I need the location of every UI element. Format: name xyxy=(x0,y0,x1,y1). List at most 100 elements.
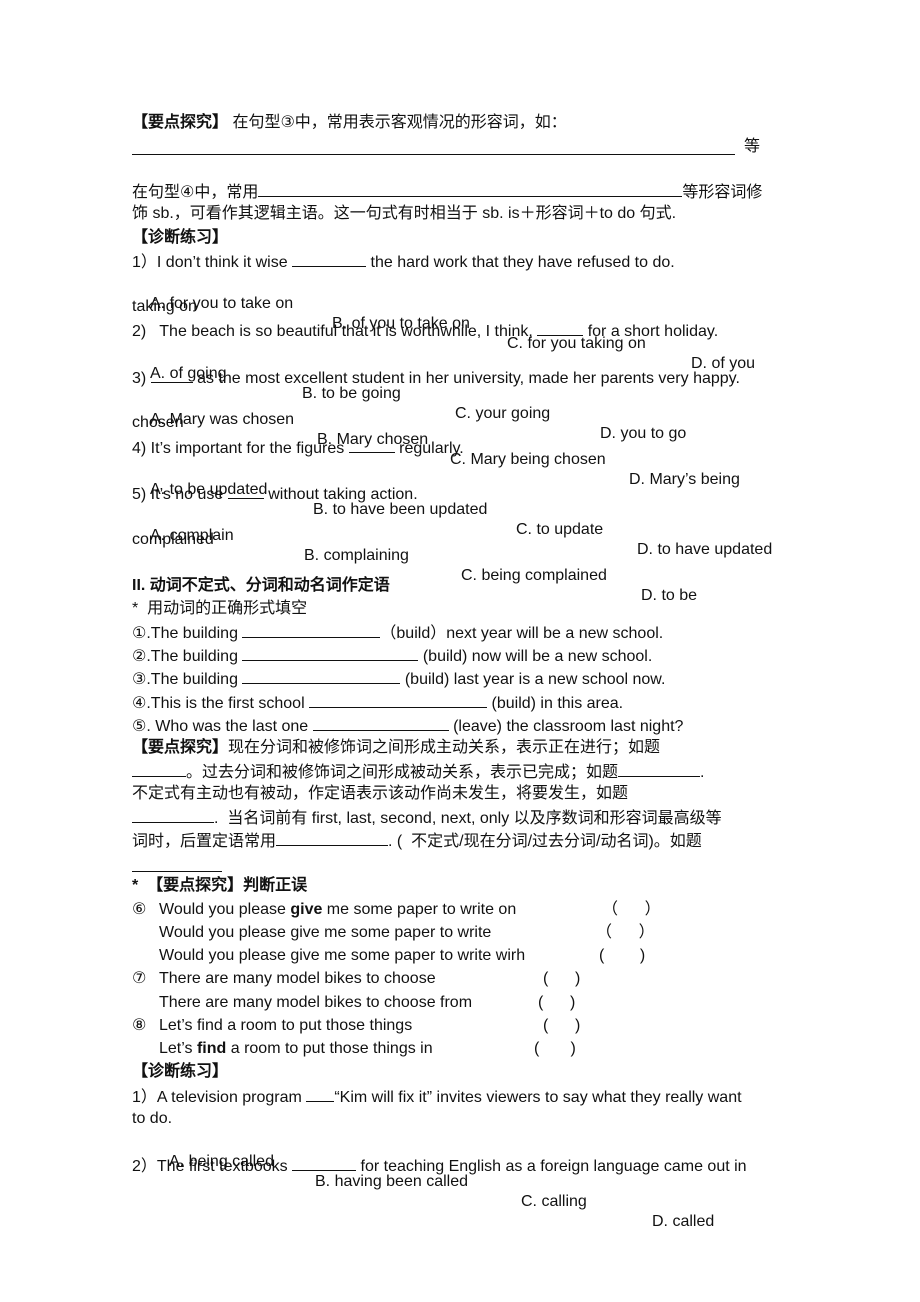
judgement-parentheses[interactable]: ( ) xyxy=(543,1016,580,1036)
item-number: ⑧ xyxy=(132,1017,147,1034)
option-d[interactable]: D. you to go xyxy=(600,424,686,444)
practice-heading: 【诊断练习】 xyxy=(132,229,229,246)
text: 5) It’s no use xyxy=(132,486,228,503)
option-c[interactable]: C. to update xyxy=(516,520,603,540)
answer-blank[interactable] xyxy=(258,181,683,197)
option-d-wrap: taking on xyxy=(132,298,197,315)
key-point-b-line-5: 词时，后置定语常用 . ( 不定式/现在分词/过去分词/动名词)。如题 xyxy=(132,830,702,852)
answer-blank[interactable] xyxy=(242,622,381,638)
text: 2) The beach is so beautiful that it is … xyxy=(132,323,538,340)
text: a room to put those things in xyxy=(226,1040,433,1057)
answer-blank[interactable] xyxy=(309,692,488,708)
answer-blank[interactable] xyxy=(618,761,701,777)
key-point-heading: 【要点探究】 xyxy=(132,114,229,131)
text: without taking action. xyxy=(263,486,418,503)
option-d[interactable]: D. to be xyxy=(641,586,697,606)
text: 3) xyxy=(132,370,151,387)
fill-item-5: ⑤. Who was the last one (leave) the clas… xyxy=(132,715,683,737)
fill-item-1: ①.The building （build）next year will be … xyxy=(132,622,663,644)
bold-text: give xyxy=(290,901,323,918)
answer-blank[interactable] xyxy=(292,1155,357,1171)
key-point-b-line-4: . 当名词前有 first, last, second, next, only … xyxy=(132,807,722,829)
text: ④.This is the first school xyxy=(132,695,310,712)
answer-blank[interactable] xyxy=(292,251,367,267)
option-b[interactable]: B. complaining xyxy=(304,546,409,566)
text: ⑤. Who was the last one xyxy=(132,718,313,735)
judgement-parentheses[interactable]: ( ) xyxy=(599,946,645,966)
answer-blank[interactable] xyxy=(227,483,264,499)
answer-blank-line[interactable] xyxy=(132,871,222,872)
key-point-b-line-1: 【要点探究】现在分词和被修饰词之间形成主动关系，表示正在进行；如题 xyxy=(132,738,660,758)
text: There are many model bikes to choose xyxy=(159,970,436,987)
text: 词时，后置定语常用 xyxy=(132,833,277,850)
option-d[interactable]: D. Mary’s being xyxy=(629,470,740,490)
judgement-parentheses[interactable]: ( ) xyxy=(534,1039,576,1059)
option-c[interactable]: C. your going xyxy=(455,404,550,424)
text: (build) now will be a new school. xyxy=(418,648,653,665)
text: for teaching English as a foreign langua… xyxy=(356,1158,747,1175)
judgement-parentheses[interactable]: （ ） xyxy=(596,923,655,943)
fill-item-4: ④.This is the first school (build) in th… xyxy=(132,692,623,714)
text: Would you please give me some paper to w… xyxy=(159,947,526,964)
answer-blank[interactable] xyxy=(242,668,401,684)
answer-blank[interactable] xyxy=(312,715,449,731)
text: ①.The building xyxy=(132,625,243,642)
question-2: 2) The beach is so beautiful that it is … xyxy=(132,320,718,342)
key-point-b-line-2: 。过去分词和被修饰词之间形成被动关系，表示已完成；如题. xyxy=(132,761,704,783)
key-point-line-2: 在句型④中，常用 等形容词修 xyxy=(132,181,762,203)
judge-item: ⑧ Let’s find a room to put those things xyxy=(132,1016,412,1036)
fill-item-2: ②.The building (build) now will be a new… xyxy=(132,645,652,667)
option-c[interactable]: C. Mary being chosen xyxy=(450,450,606,470)
answer-blank[interactable] xyxy=(348,437,395,453)
judgement-parentheses[interactable]: （ ） xyxy=(602,900,661,920)
text: 4) It’s important for the figures xyxy=(132,440,349,457)
text: 1）I don’t think it wise xyxy=(132,254,293,271)
answer-blank[interactable] xyxy=(150,367,193,383)
text: 2）The first textbooks xyxy=(132,1158,293,1175)
item-number: ⑥ xyxy=(132,901,147,918)
key-point-heading: 【要点探究】 xyxy=(132,739,229,756)
answer-blank-line[interactable] xyxy=(132,154,735,155)
answer-blank[interactable] xyxy=(132,807,214,823)
option-d[interactable]: D. called xyxy=(652,1212,714,1232)
option-c[interactable]: C. calling xyxy=(521,1192,587,1212)
option-d[interactable]: D. to have updated xyxy=(637,540,772,560)
judgement-parentheses[interactable]: ( ) xyxy=(543,969,580,989)
text: (build) last year is a new school now. xyxy=(400,671,666,688)
option-c[interactable]: C. being complained xyxy=(461,566,607,586)
text: 等形容词修 xyxy=(682,184,763,201)
text: . xyxy=(700,764,705,781)
text: “Kim will fix it” invites viewers to say… xyxy=(334,1089,742,1106)
question-3: 3) as the most excellent student in her … xyxy=(132,367,740,389)
judgement-parentheses[interactable]: ( ) xyxy=(538,993,575,1013)
judge-heading: * 【要点探究】判断正误 xyxy=(132,877,308,894)
key-point-line-3: 饰 sb.，可看作其逻辑主语。这一句式有时相当于 sb. is＋形容词＋to d… xyxy=(132,205,677,222)
key-point-text: 在句型③中，常用表示客观情况的形容词，如： xyxy=(228,114,567,131)
text: . 当名词前有 first, last, second, next, only … xyxy=(214,810,722,827)
text: regularly. xyxy=(394,440,464,457)
question-b-1-wrap: to do. xyxy=(132,1110,173,1127)
answer-blank[interactable] xyxy=(306,1086,335,1102)
text: (build) in this area. xyxy=(487,695,624,712)
text: （build）next year will be a new school. xyxy=(380,625,664,642)
bold-text: find xyxy=(196,1040,227,1057)
answer-blank[interactable] xyxy=(132,761,186,777)
question-b-1-options: A. being called B. having been called C.… xyxy=(169,1132,714,1232)
question-1: 1）I don’t think it wise the hard work th… xyxy=(132,251,675,273)
answer-blank[interactable] xyxy=(537,320,584,336)
text: for a short holiday. xyxy=(583,323,719,340)
key-point-b-line-3: 不定式有主动也有被动，作定语表示该动作尚未发生，将要发生，如题 xyxy=(132,785,629,802)
text: 现在分词和被修饰词之间形成主动关系，表示正在进行；如题 xyxy=(228,739,661,756)
text: (leave) the classroom last night? xyxy=(448,718,684,735)
judge-item: ⑦ There are many model bikes to choose xyxy=(132,969,436,989)
question-b-1: 1）A television program “Kim will fix it”… xyxy=(132,1086,742,1108)
answer-blank[interactable] xyxy=(276,830,389,846)
text: me some paper to write on xyxy=(322,901,517,918)
text: There are many model bikes to choose fro… xyxy=(159,994,473,1011)
text: ②.The building xyxy=(132,648,243,665)
fill-item-3: ③.The building (build) last year is a ne… xyxy=(132,668,665,690)
option-d-wrap: chosen xyxy=(132,414,184,431)
text: 1）A television program xyxy=(132,1089,307,1106)
answer-blank[interactable] xyxy=(242,645,419,661)
instruction: * 用动词的正确形式填空 xyxy=(132,600,308,617)
